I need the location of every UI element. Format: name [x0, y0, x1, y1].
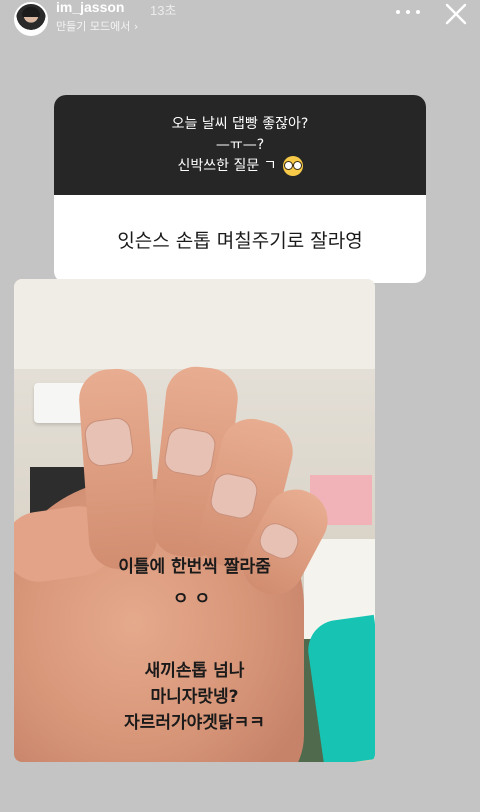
- username[interactable]: im_jasson: [56, 0, 124, 15]
- photo-fingernail: [83, 416, 135, 468]
- chevron-right-icon: ›: [133, 20, 139, 33]
- close-icon[interactable]: [444, 2, 468, 26]
- caption-line-2: ㅇㅇ: [172, 589, 217, 609]
- photo-ceiling: [14, 279, 375, 369]
- caption-line-1: 이틀에 한번씩 짤라줌: [118, 557, 271, 577]
- story-photo: 이틀에 한번씩 짤라줌 ㅇㅇ 새끼손톱 넘나 마니자랏넹? 자르러가야겟닭ㅋㅋ: [14, 279, 375, 762]
- question-line-3-row: 신박쓰한 질문 ㄱ: [177, 156, 303, 177]
- avatar[interactable]: [14, 2, 48, 36]
- question-prompt: 오늘 날씨 댑빵 좋잖아? —ㅠ—? 신박쓰한 질문 ㄱ: [54, 95, 426, 195]
- caption-line-4: 마니자랏넹?: [150, 687, 239, 707]
- caption-line-3: 새끼손톱 넘나: [144, 661, 245, 681]
- story-header: im_jasson 13초 만들기 모드에서 ›: [0, 0, 480, 44]
- create-mode-label: 만들기 모드에서: [56, 20, 131, 33]
- question-sticker: 오늘 날씨 댑빵 좋잖아? —ㅠ—? 신박쓰한 질문 ㄱ 잇슨스 손톱 며칠주기…: [54, 95, 426, 283]
- question-answer: 잇슨스 손톱 며칠주기로 잘라영: [117, 229, 363, 252]
- photo-fingernail: [162, 425, 218, 479]
- post-time: 13초: [150, 3, 177, 18]
- question-line-2: —ㅠ—?: [215, 136, 265, 153]
- nerd-face-emoji-icon: [282, 156, 303, 176]
- create-mode-link[interactable]: 만들기 모드에서 ›: [56, 18, 138, 34]
- photo-finger: [77, 366, 159, 572]
- question-line-1: 오늘 날씨 댑빵 좋잖아?: [171, 115, 309, 132]
- question-line-3: 신박쓰한 질문 ㄱ: [177, 157, 277, 174]
- caption-line-5: 자르러가야겟닭ㅋㅋ: [124, 713, 265, 733]
- more-horizontal-icon[interactable]: [396, 6, 420, 18]
